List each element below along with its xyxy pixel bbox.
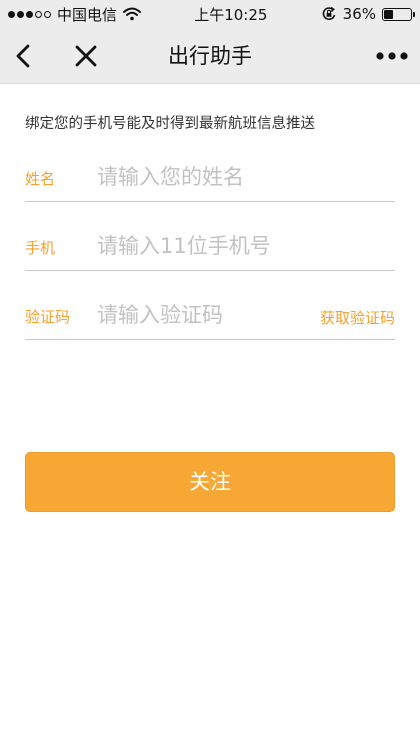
code-label: 验证码: [25, 308, 71, 326]
code-input[interactable]: [97, 299, 327, 331]
close-button[interactable]: [70, 40, 102, 72]
phone-row: 手机: [25, 215, 395, 271]
page-title: 出行助手: [168, 44, 252, 68]
verification-code-row: 验证码 获取验证码: [25, 284, 395, 340]
signal-dot: [26, 10, 33, 18]
name-row: 姓名: [25, 146, 395, 202]
name-label: 姓名: [25, 170, 56, 188]
signal-dot: [17, 10, 24, 18]
bind-phone-hint: 绑定您的手机号能及时得到最新航班信息推送: [25, 116, 315, 132]
signal-dot: [35, 10, 42, 18]
signal-dot: [44, 10, 51, 18]
follow-button[interactable]: 关注: [25, 452, 395, 512]
close-icon: [75, 45, 97, 67]
get-code-button[interactable]: 获取验证码: [320, 307, 395, 328]
carrier-name: 中国电信: [57, 5, 118, 24]
rotation-lock-icon: [322, 6, 335, 21]
status-right: 36%: [321, 5, 415, 23]
battery-percent: 36%: [342, 5, 376, 23]
signal-strength-icon: [8, 10, 51, 18]
back-button[interactable]: [10, 40, 40, 72]
more-button[interactable]: [374, 40, 410, 72]
status-bar: 中国电信 上午10:25 36%: [0, 0, 420, 28]
status-time: 上午10:25: [194, 5, 268, 24]
more-dots-icon: [376, 52, 408, 60]
phone-label: 手机: [25, 239, 56, 257]
phone-input[interactable]: [97, 230, 387, 262]
battery-icon: [382, 7, 415, 21]
wifi-icon: [123, 7, 142, 21]
name-input[interactable]: [97, 161, 387, 193]
status-left: 中国电信: [8, 4, 142, 25]
battery-fill: [384, 9, 394, 19]
signal-dot: [8, 10, 15, 18]
chevron-left-icon: [16, 44, 30, 68]
navigation-bar: 出行助手: [0, 28, 420, 84]
